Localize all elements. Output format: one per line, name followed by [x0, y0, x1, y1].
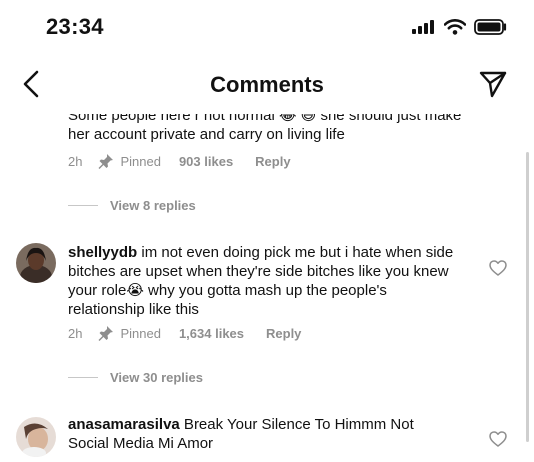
- heart-outline-icon[interactable]: [489, 431, 507, 447]
- avatar[interactable]: [16, 417, 56, 457]
- likes-count[interactable]: 903 likes: [179, 154, 233, 169]
- reply-button[interactable]: Reply: [266, 326, 301, 341]
- emoji: 😭: [126, 282, 144, 299]
- status-time: 23:34: [46, 14, 104, 39]
- reply-button[interactable]: Reply: [255, 154, 290, 169]
- pinned-label: Pinned: [120, 325, 161, 341]
- cellular-signal-icon: [412, 20, 434, 34]
- wifi-icon: [444, 19, 466, 35]
- likes-count[interactable]: 1,634 likes: [179, 326, 244, 341]
- emoji: 😅: [300, 114, 317, 124]
- view-replies-label: View 30 replies: [110, 370, 203, 385]
- comment-text: shellyydb im not even doing pick me but …: [68, 243, 458, 319]
- avatar-image: [16, 243, 56, 283]
- comments-header: Comments: [0, 58, 534, 114]
- avatar-image: [16, 417, 56, 457]
- avatar[interactable]: [16, 243, 56, 283]
- comment-text: anasamarasilva Break Your Silence To Him…: [68, 415, 458, 453]
- battery-icon: [474, 19, 507, 35]
- divider-line: [68, 377, 98, 378]
- comment-time: 2h: [68, 325, 83, 341]
- view-replies-label: View 8 replies: [110, 198, 196, 213]
- paper-plane-icon[interactable]: [478, 69, 508, 99]
- comment-username[interactable]: shellyydb: [68, 244, 137, 261]
- comment-meta: 2h Pinned 903 likes Reply: [68, 153, 291, 169]
- heart-outline-icon[interactable]: [489, 260, 507, 276]
- view-replies-button[interactable]: View 30 replies: [68, 370, 203, 385]
- comment-meta: 2h Pinned 1,634 likes Reply: [68, 325, 301, 341]
- pin-icon: [98, 326, 114, 341]
- scrollbar[interactable]: [526, 152, 529, 442]
- pinned-indicator: Pinned: [98, 325, 161, 341]
- pin-icon: [98, 154, 114, 169]
- comment-username[interactable]: anasamarasilva: [68, 416, 180, 433]
- comment-text: Some people here r not normal 😂 😅 she sh…: [68, 114, 468, 144]
- comment-time: 2h: [68, 153, 83, 169]
- status-bar: 23:34: [0, 0, 534, 58]
- view-replies-button[interactable]: View 8 replies: [68, 198, 196, 213]
- comments-list: Some people here r not normal 😂 😅 she sh…: [0, 114, 534, 462]
- page-title: Comments: [210, 72, 324, 97]
- pinned-indicator: Pinned: [98, 153, 161, 169]
- divider-line: [68, 205, 98, 206]
- comment-text-part: Some people here r not normal 😂: [68, 114, 301, 124]
- status-icons: [412, 19, 508, 35]
- pinned-label: Pinned: [120, 153, 161, 169]
